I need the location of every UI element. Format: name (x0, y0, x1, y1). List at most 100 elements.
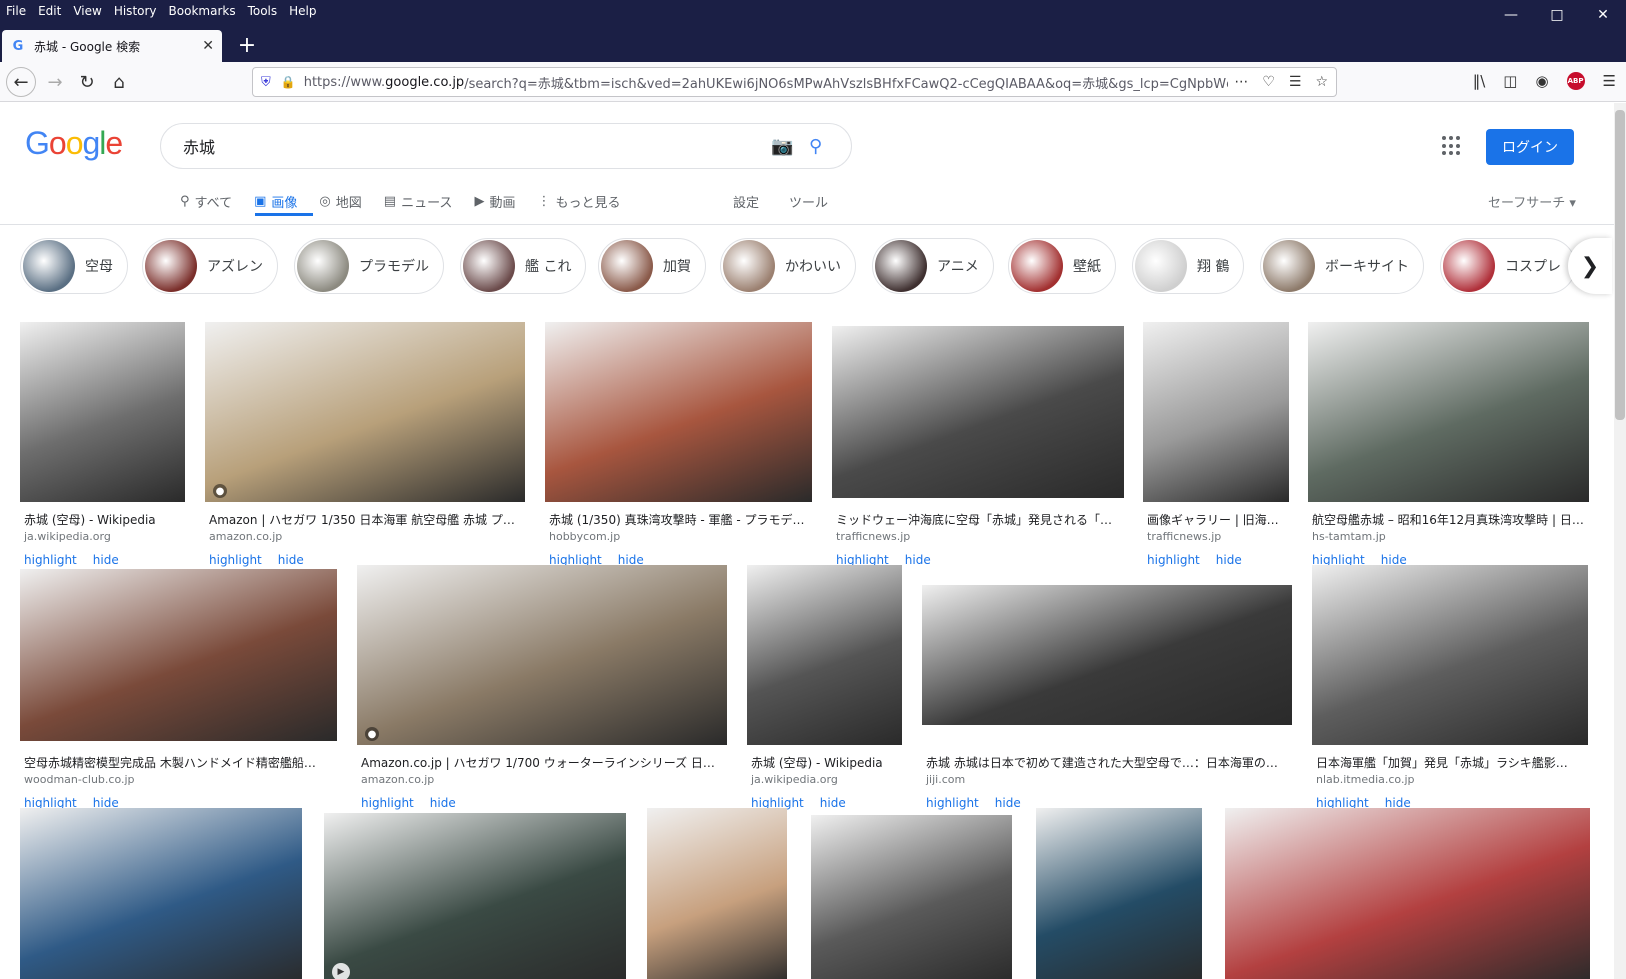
tab-all[interactable]: ⚲ すべて (180, 187, 232, 215)
result-title[interactable]: 日本海軍艦「加賀」発見「赤城」ラシキ艦影… (1316, 754, 1586, 771)
tracking-shield-icon[interactable]: ⛨ (261, 75, 271, 90)
lock-icon[interactable]: 🔒 (281, 75, 296, 89)
result-thumbnail[interactable] (545, 322, 812, 502)
image-result[interactable] (811, 815, 1012, 979)
chip[interactable]: アズレン (142, 238, 278, 294)
result-title[interactable]: Amazon | ハセガワ 1/350 日本海軍 航空母艦 赤城 プラ… (209, 511, 521, 528)
menu-view[interactable]: View (73, 4, 101, 18)
image-result[interactable]: ● Amazon | ハセガワ 1/350 日本海軍 航空母艦 赤城 プラ… a… (205, 322, 525, 572)
result-title[interactable]: 赤城 (空母) - Wikipedia (24, 511, 182, 528)
highlight-link[interactable]: highlight (926, 796, 979, 810)
image-result[interactable]: 航空母艦赤城 – 昭和16年12月真珠湾攻撃時 | 日… hs-tamtam.j… (1308, 322, 1589, 572)
result-thumbnail[interactable] (811, 815, 1012, 979)
result-thumbnail[interactable] (1308, 322, 1589, 502)
image-result[interactable]: 赤城 (1/350) 真珠湾攻撃時 - 軍艦 - プラモデル… hobbycom… (545, 322, 812, 572)
camera-icon[interactable]: 📷 (771, 136, 795, 157)
extension-icon[interactable]: ☰ (1289, 74, 1302, 90)
result-title[interactable]: 赤城 (1/350) 真珠湾攻撃時 - 軍艦 - プラモデル… (549, 511, 809, 528)
menu-tools[interactable]: Tools (248, 4, 278, 18)
result-thumbnail[interactable] (832, 326, 1124, 498)
menu-help[interactable]: Help (289, 4, 316, 18)
adblock-icon[interactable]: ABP (1566, 72, 1585, 90)
menu-bookmarks[interactable]: Bookmarks (169, 4, 236, 18)
tab-close-icon[interactable]: ✕ (202, 38, 214, 54)
image-result[interactable]: ▶ (324, 813, 626, 979)
image-result[interactable]: 空母赤城精密模型完成品 木製ハンドメイド精密艦船… woodman-club.c… (20, 565, 337, 815)
hide-link[interactable]: hide (820, 796, 846, 810)
chip[interactable]: かわいい (720, 238, 856, 294)
result-thumbnail[interactable] (20, 808, 302, 979)
chip[interactable]: 翔 鶴 (1132, 238, 1245, 294)
apps-grid-icon[interactable] (1442, 136, 1462, 156)
result-thumbnail[interactable] (205, 322, 525, 502)
chip[interactable]: アニメ (872, 238, 994, 294)
image-result[interactable]: 赤城 赤城は日本で初めて建造された大型空母で…：日本海軍の航… jiji.com… (922, 565, 1292, 815)
search-query[interactable]: 赤城 (183, 134, 771, 158)
browser-tab[interactable]: G 赤城 - Google 検索 ✕ (2, 30, 222, 62)
menu-file[interactable]: File (6, 4, 26, 18)
result-thumbnail[interactable] (747, 565, 902, 745)
account-icon[interactable]: ◉ (1535, 72, 1548, 90)
tab-maps[interactable]: ◎ 地図 (319, 187, 361, 215)
result-thumbnail[interactable] (1225, 808, 1590, 979)
image-result[interactable]: 画像ギャラリー | 旧海… trafficnews.jp highlight hi… (1143, 322, 1289, 572)
page-actions-icon[interactable]: ⋯ (1234, 74, 1248, 90)
chip[interactable]: 加賀 (598, 238, 706, 294)
result-thumbnail[interactable] (1143, 322, 1289, 502)
page-scrollbar-thumb[interactable] (1615, 110, 1625, 420)
tab-videos[interactable]: ▶ 動画 (474, 187, 515, 215)
image-result[interactable] (1036, 808, 1202, 979)
result-title[interactable]: 空母赤城精密模型完成品 木製ハンドメイド精密艦船… (24, 754, 334, 771)
result-thumbnail[interactable] (1312, 565, 1588, 745)
result-thumbnail[interactable] (20, 569, 337, 741)
bookmark-star-icon[interactable]: ☆ (1315, 74, 1328, 90)
result-thumbnail[interactable] (324, 813, 626, 979)
image-result[interactable]: ミッドウェー沖海底に空母「赤城」発見される「… trafficnews.jp h… (832, 322, 1124, 572)
image-result[interactable]: 日本海軍艦「加賀」発見「赤城」ラシキ艦影… nlab.itmedia.co.jp… (1312, 565, 1588, 815)
image-result[interactable] (20, 808, 302, 979)
chip[interactable]: プラモデル (294, 238, 444, 294)
search-icon[interactable]: ⚲ (809, 136, 833, 157)
hide-link[interactable]: hide (995, 796, 1021, 810)
google-logo[interactable]: Google (25, 125, 123, 162)
image-result[interactable] (1225, 808, 1590, 979)
chip[interactable]: 空母 (20, 238, 128, 294)
menu-edit[interactable]: Edit (38, 4, 61, 18)
highlight-link[interactable]: highlight (361, 796, 414, 810)
new-tab-icon[interactable]: + (232, 30, 262, 60)
result-thumbnail[interactable] (647, 808, 787, 979)
sidebar-icon[interactable]: ◫ (1503, 72, 1517, 90)
result-thumbnail[interactable] (1036, 808, 1202, 979)
library-icon[interactable]: ‖\ (1473, 72, 1486, 90)
result-title[interactable]: 航空母艦赤城 – 昭和16年12月真珠湾攻撃時 | 日… (1312, 511, 1587, 528)
login-button[interactable]: ログイン (1486, 129, 1574, 165)
chip[interactable]: コスプレ (1440, 238, 1576, 294)
result-title[interactable]: Amazon.co.jp | ハセガワ 1/700 ウォーターラインシリーズ 日… (361, 754, 723, 771)
result-thumbnail[interactable] (20, 322, 185, 502)
search-input[interactable]: 赤城 📷 ⚲ (160, 123, 852, 169)
safesearch-dropdown[interactable]: セーフサーチ ▾ (1488, 187, 1576, 215)
chip[interactable]: 艦 これ (460, 238, 587, 294)
reload-icon[interactable]: ↻ (72, 67, 102, 97)
tab-images[interactable]: ▣ 画像 (254, 187, 297, 215)
result-title[interactable]: 赤城 (空母) - Wikipedia (751, 754, 901, 771)
menu-history[interactable]: History (114, 4, 157, 18)
chip[interactable]: 壁紙 (1008, 238, 1116, 294)
tools-link[interactable]: ツール (789, 192, 828, 211)
back-icon[interactable]: ← (6, 67, 36, 97)
result-thumbnail[interactable] (357, 565, 727, 745)
image-result[interactable]: 赤城 (空母) - Wikipedia ja.wikipedia.org hig… (20, 322, 185, 572)
address-bar[interactable]: ⛨ 🔒 https://www. google.co.jp/search?q=赤城… (252, 67, 1337, 97)
result-title[interactable]: 赤城 赤城は日本で初めて建造された大型空母で…：日本海軍の航… (926, 754, 1288, 771)
chip[interactable]: ボーキサイト (1260, 238, 1424, 294)
result-title[interactable]: 画像ギャラリー | 旧海… (1147, 511, 1287, 528)
settings-link[interactable]: 設定 (733, 192, 759, 211)
tab-more[interactable]: ⋮ もっと見る (537, 187, 620, 215)
tab-news[interactable]: ▤ ニュース (384, 187, 453, 215)
image-result[interactable]: ● Amazon.co.jp | ハセガワ 1/700 ウォーターラインシリーズ… (357, 565, 727, 815)
result-thumbnail[interactable] (922, 585, 1292, 725)
image-result[interactable]: 赤城 (空母) - Wikipedia ja.wikipedia.org hig… (747, 565, 902, 815)
pocket-icon[interactable]: ♡ (1262, 74, 1275, 90)
hamburger-menu-icon[interactable]: ☰ (1603, 72, 1616, 90)
image-result[interactable] (647, 808, 787, 979)
